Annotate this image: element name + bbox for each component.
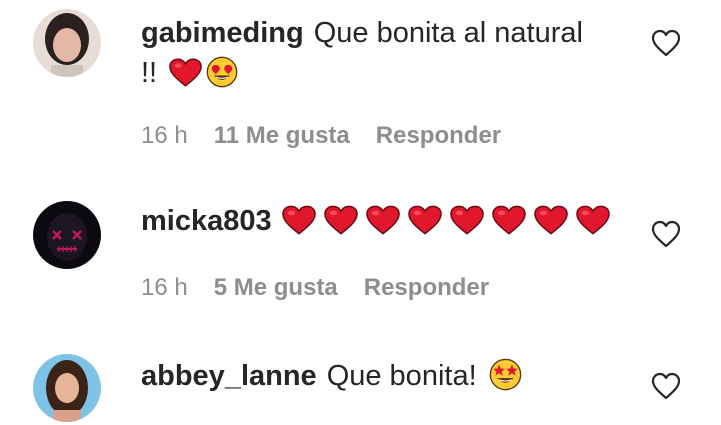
red-heart-icon [576,205,610,236]
red-heart-icon [324,205,358,236]
comment-text: Que bonita! [326,360,477,392]
comment-text-continued: !! [141,57,158,89]
red-heart-icon [450,205,484,236]
red-heart-icon [282,205,316,236]
comment-username[interactable]: micka803 [141,205,272,237]
red-heart-icon [408,205,442,236]
like-heart-icon[interactable] [651,220,681,248]
red-heart-icon [169,58,202,88]
comment-text-block: micka803 [141,201,621,241]
avatar[interactable] [33,9,101,77]
heart-eyes-icon [206,56,238,88]
comment-username[interactable]: abbey_lanne [141,360,317,392]
comment-text-block: abbey_lanne Que bonita! [141,356,621,396]
avatar[interactable] [33,201,101,269]
red-heart-icon [492,205,526,236]
comment-meta: 16 h 11 Me gusta Responder [141,122,527,150]
comment-likes[interactable]: 5 Me gusta [214,274,338,301]
like-heart-icon[interactable] [651,372,681,400]
red-heart-icon [366,205,400,236]
comment-text: Que bonita al natural [313,17,583,49]
reply-button[interactable]: Responder [364,274,489,301]
like-heart-icon[interactable] [651,29,681,57]
comment-timestamp[interactable]: 16 h [141,122,188,149]
avatar[interactable] [33,354,101,422]
comment-timestamp[interactable]: 16 h [141,274,188,301]
comment-likes[interactable]: 11 Me gusta [214,122,350,149]
red-heart-icon [534,205,568,236]
comment-meta: 16 h 5 Me gusta Responder [141,274,515,302]
comment-text-block: gabimeding Que bonita al natural !! [141,13,621,93]
comment-username[interactable]: gabimeding [141,17,304,49]
star-struck-icon [489,358,522,391]
reply-button[interactable]: Responder [376,122,501,149]
